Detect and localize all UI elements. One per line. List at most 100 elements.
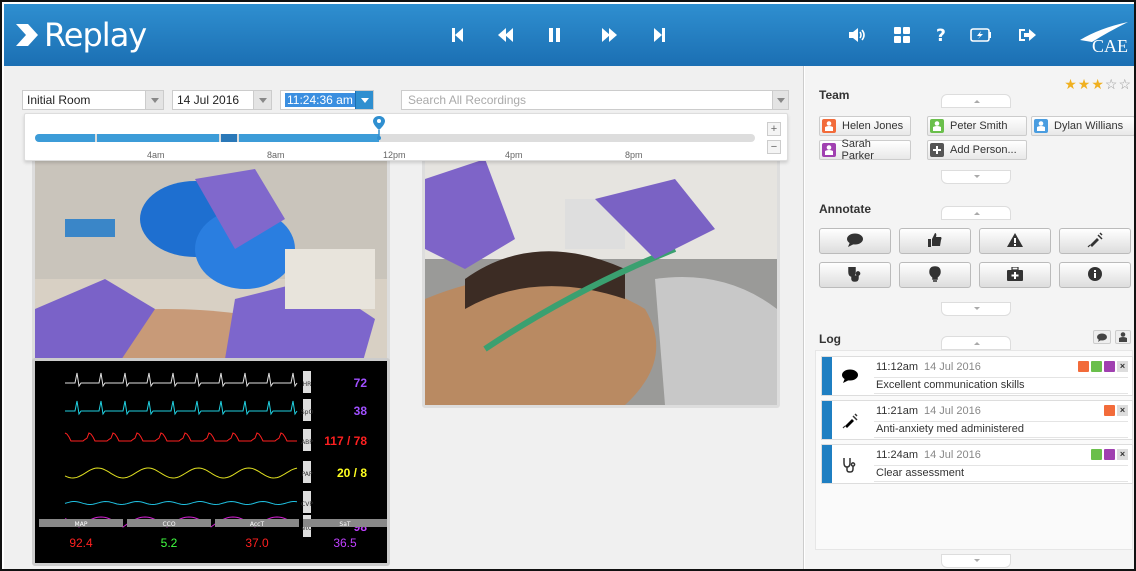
log-entry-time: 11:21am 14 Jul 2016 [876,405,981,417]
annotate-expand-tab[interactable] [941,302,1011,316]
rewind-button[interactable] [494,24,518,46]
rating-stars[interactable]: ★★★☆☆ [1064,76,1132,93]
syringe-annotate-button[interactable] [1059,228,1131,254]
app-window: Replay ? CAE Initial Room 14 Jul 2016 11… [0,0,1136,571]
thumbs-up-icon [928,232,942,250]
waveform-label: SpO [301,409,314,416]
timeline-panel: 4am 8am 12pm 4pm 8pm + − [24,113,788,161]
app-logo: Replay [14,16,147,54]
chevron-down-icon[interactable] [772,91,788,109]
chevron-down-icon[interactable] [145,91,163,109]
log-entry-text: Anti-anxiety med administered [876,423,1024,435]
team-member-chip[interactable]: Dylan Willians [1031,116,1134,136]
thumbs-up-annotate-button[interactable] [899,228,971,254]
vital-footer-value: 37.0 [245,536,269,550]
star-empty-icon[interactable]: ☆ [1118,76,1132,92]
lightbulb-icon [929,265,941,285]
comment-icon [1097,333,1107,342]
stethoscope-annotate-button[interactable] [819,262,891,288]
add-person-button[interactable]: Add Person... [927,140,1027,160]
person-chip-icon [1104,361,1115,372]
star-filled-icon[interactable]: ★ [1078,76,1092,92]
log-entry[interactable]: 11:21am 14 Jul 2016 Anti-anxiety med admin… [821,400,1133,440]
vital-footer-label: SaT [339,521,350,528]
log-entry-time: 11:12am 14 Jul 2016 [876,361,981,373]
first-aid-annotate-button[interactable] [979,262,1051,288]
delete-entry-button[interactable]: × [1117,405,1128,416]
warning-annotate-button[interactable] [979,228,1051,254]
log-entry-people: × [1091,449,1128,460]
room-select[interactable]: Initial Room [22,90,164,110]
team-member-chip[interactable]: Helen Jones [819,116,911,136]
zoom-out-button[interactable]: − [767,140,781,154]
playhead-marker-icon[interactable] [373,116,385,140]
delete-entry-button[interactable]: × [1117,449,1128,460]
chevron-down-icon[interactable] [253,91,271,109]
recording-segment[interactable] [35,134,95,142]
video-feed-2[interactable] [422,156,780,408]
log-entry-text: Excellent communication skills [876,379,1025,391]
vital-value: 117 / 78 [324,434,367,448]
star-empty-icon[interactable]: ☆ [1105,76,1119,92]
waveform-label: PAP [302,471,313,478]
vitals-monitor: HR72SpO38ABP117 / 78PAP20 / 8CVPetC98MAP… [32,358,390,566]
search-input[interactable]: Search All Recordings [401,90,789,110]
info-annotate-button[interactable] [1059,262,1131,288]
log-title: Log [819,332,841,346]
fast-forward-button[interactable] [598,24,622,46]
recording-segment[interactable] [221,134,237,142]
vital-footer-label: MAP [75,521,88,528]
comment-annotate-button[interactable] [819,228,891,254]
recording-segment[interactable] [97,134,219,142]
person-icon [1119,332,1127,342]
team-expand-tab[interactable] [941,170,1011,184]
timeline-tick: 8pm [625,150,643,160]
side-panel: ★★★☆☆ Team Helen Jones Peter Smith Dylan W… [805,66,1134,569]
log-expand-tab[interactable] [941,554,1011,568]
star-filled-icon[interactable]: ★ [1064,76,1078,92]
divider [874,437,1128,438]
waveform-trace [65,400,298,416]
layout-grid-button[interactable] [890,24,914,46]
timeline-tick: 12pm [383,150,406,160]
time-select[interactable]: 11:24:36 am [280,90,374,110]
log-collapse-tab[interactable] [941,336,1011,350]
star-filled-icon[interactable]: ★ [1091,76,1105,92]
recording-segment[interactable] [239,134,379,142]
pause-button[interactable] [544,24,566,46]
video-frame-airway [425,159,777,405]
divider [874,421,1128,422]
chevron-down-icon[interactable] [355,91,373,109]
svg-text:?: ? [936,26,946,44]
date-select[interactable]: 14 Jul 2016 [172,90,272,110]
skip-start-button[interactable] [448,24,468,46]
log-entry[interactable]: 11:24am 14 Jul 2016 Clear assessment × [821,444,1133,484]
volume-button[interactable] [846,24,870,46]
annotate-collapse-tab[interactable] [941,206,1011,220]
team-member-chip[interactable]: Sarah Parker [819,138,911,162]
info-icon [1088,266,1102,284]
volume-icon [849,28,865,42]
log-entry-people: × [1078,361,1128,372]
battery-button[interactable] [966,24,996,46]
delete-entry-button[interactable]: × [1117,361,1128,372]
log-filter-person-button[interactable] [1115,330,1131,344]
skip-end-button[interactable] [650,24,670,46]
timeline-track[interactable] [35,134,755,142]
zoom-in-button[interactable]: + [767,122,781,136]
help-button[interactable]: ? [932,24,952,46]
room-value: Initial Room [27,93,91,107]
team-member-name: Helen Jones [842,120,904,132]
team-collapse-tab[interactable] [941,94,1011,108]
timeline-tick: 8am [267,150,285,160]
log-filter-comment-button[interactable] [1093,330,1111,344]
time-value[interactable]: 11:24:36 am [285,93,355,107]
lightbulb-annotate-button[interactable] [899,262,971,288]
divider [874,465,1128,466]
vital-footer-value: 36.5 [333,536,357,550]
team-member-chip[interactable]: Peter Smith [927,116,1027,136]
vital-value: 72 [354,376,368,390]
log-entry[interactable]: 11:12am 14 Jul 2016 Excellent communicatio… [821,356,1133,396]
log-entry-marker [822,445,832,483]
logout-button[interactable] [1016,24,1040,46]
